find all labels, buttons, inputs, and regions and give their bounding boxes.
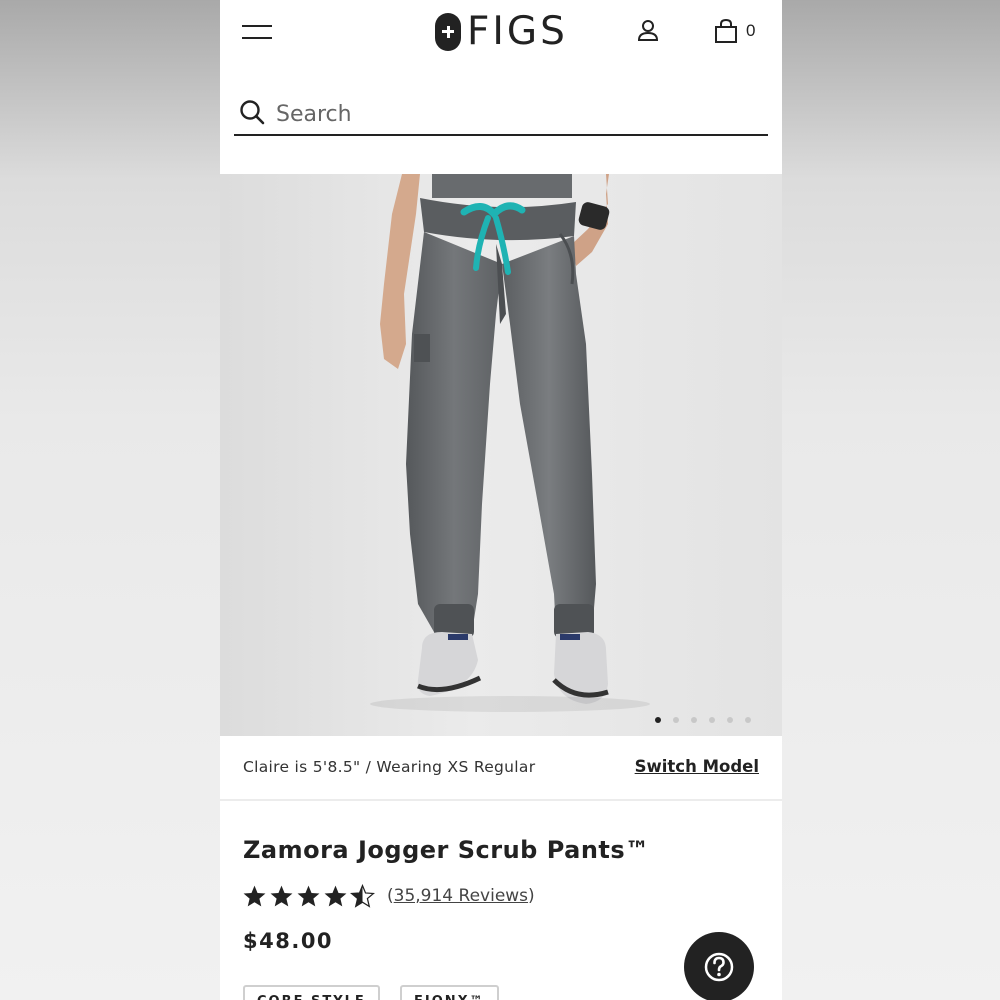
star-full-icon bbox=[270, 885, 293, 906]
product-image[interactable] bbox=[220, 174, 782, 736]
product-title: Zamora Jogger Scrub Pants™ bbox=[243, 836, 650, 864]
carousel-dot[interactable] bbox=[745, 717, 751, 723]
model-info-row: Claire is 5'8.5" / Wearing XS Regular Sw… bbox=[220, 736, 782, 801]
help-button[interactable] bbox=[684, 932, 754, 1000]
star-rating bbox=[242, 883, 377, 909]
carousel-dot[interactable] bbox=[655, 717, 661, 723]
site-header: FIGS 0 bbox=[220, 0, 782, 64]
carousel-dot[interactable] bbox=[709, 717, 715, 723]
shopping-bag-icon bbox=[715, 18, 737, 43]
star-full-icon bbox=[243, 885, 266, 906]
switch-model-link[interactable]: Switch Model bbox=[635, 757, 759, 776]
product-tag-fionx: FIONX™ bbox=[400, 985, 499, 1000]
figs-logo[interactable]: FIGS bbox=[435, 11, 568, 53]
logo-text: FIGS bbox=[467, 9, 568, 54]
image-carousel-dots bbox=[653, 717, 753, 725]
search-input[interactable] bbox=[274, 95, 758, 133]
reviews-count: 35,914 Reviews bbox=[393, 886, 529, 906]
product-photo-jogger-pants bbox=[370, 174, 650, 712]
phone-screen: FIGS 0 Search Claire is 5'8.5" / Wearing… bbox=[220, 0, 782, 1000]
product-tag-core-style: CORE STYLE bbox=[243, 985, 380, 1000]
cart-count: 0 bbox=[746, 21, 756, 40]
model-size-info: Claire is 5'8.5" / Wearing XS Regular bbox=[243, 758, 536, 776]
question-mark-icon bbox=[704, 952, 734, 982]
account-button[interactable] bbox=[636, 18, 660, 44]
hamburger-menu-icon bbox=[242, 25, 272, 27]
carousel-dot[interactable] bbox=[673, 717, 679, 723]
carousel-dot[interactable] bbox=[691, 717, 697, 723]
star-full-icon bbox=[324, 885, 347, 906]
reviews-link[interactable]: (35,914 Reviews) bbox=[387, 886, 535, 906]
product-rating: (35,914 Reviews) bbox=[242, 881, 535, 911]
star-half-icon bbox=[350, 883, 375, 908]
search-icon[interactable] bbox=[239, 99, 265, 125]
figs-logo-mark bbox=[435, 13, 461, 51]
menu-button[interactable] bbox=[242, 22, 274, 42]
star-full-icon bbox=[297, 885, 320, 906]
carousel-dot[interactable] bbox=[727, 717, 733, 723]
user-icon bbox=[637, 20, 659, 41]
search-bar bbox=[234, 92, 768, 136]
product-price: $48.00 bbox=[243, 929, 334, 953]
cart-button[interactable]: 0 bbox=[714, 18, 764, 44]
